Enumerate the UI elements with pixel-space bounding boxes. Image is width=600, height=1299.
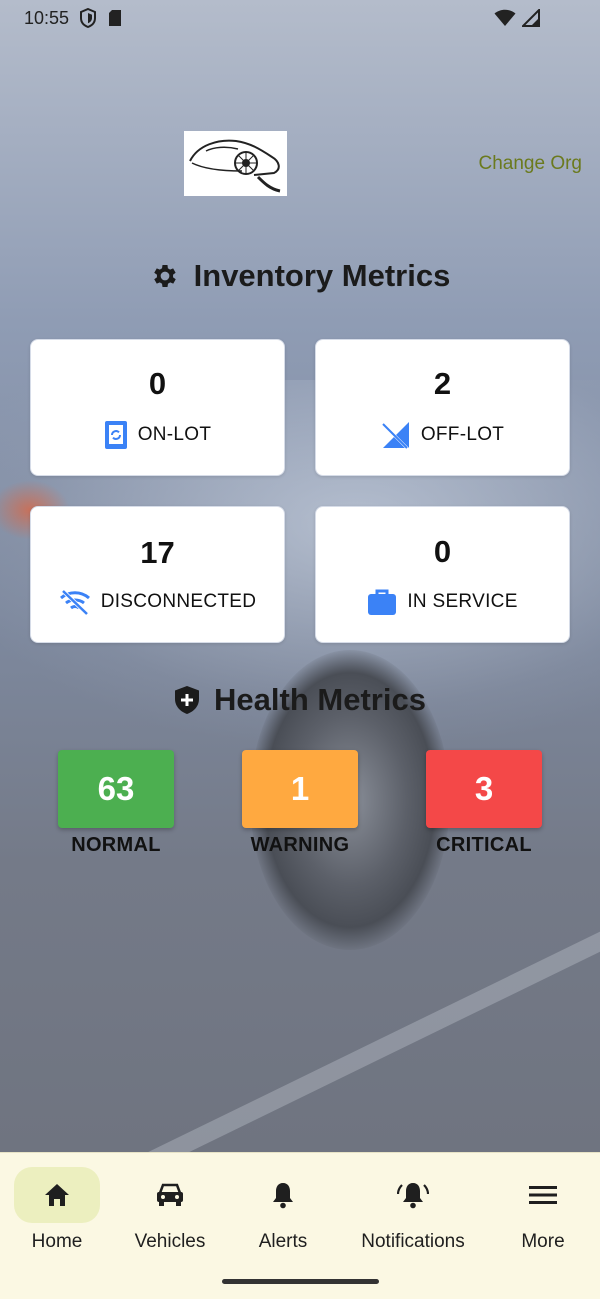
warning-label: WARNING (250, 834, 350, 856)
warning-value-box: 1 (242, 750, 358, 828)
nav-vehicles-label: Vehicles (134, 1231, 206, 1252)
nav-alerts-label: Alerts (258, 1231, 308, 1252)
nav-alerts-pill (240, 1167, 326, 1223)
off-lot-label: OFF-LOT (420, 423, 505, 445)
signal-off-icon (382, 421, 409, 450)
car-logo-icon (189, 139, 281, 193)
nav-home-label: Home (31, 1231, 83, 1252)
wifi-icon (494, 9, 516, 26)
nav-vehicles[interactable]: Vehicles (127, 1167, 213, 1253)
shield-plus-icon (175, 686, 200, 714)
nav-notifications-label: Notifications (361, 1231, 465, 1252)
status-left: 10:55 (24, 8, 123, 29)
phone-sync-icon (104, 420, 127, 449)
health-title-text: Health Metrics (214, 682, 426, 717)
cell-signal-icon (522, 9, 540, 27)
nav-alerts[interactable]: Alerts (240, 1167, 326, 1253)
in-service-card[interactable]: 0 IN SERVICE (315, 506, 570, 643)
nav-notifications-pill (350, 1167, 476, 1223)
normal-value-box: 63 (58, 750, 174, 828)
nav-home[interactable]: Home (14, 1167, 100, 1253)
nav-home-pill (14, 1167, 100, 1223)
normal-label: NORMAL (71, 834, 161, 856)
status-bar: 10:55 (0, 0, 600, 36)
off-lot-label-row: OFF-LOT (381, 420, 504, 450)
nav-vehicles-pill (127, 1167, 213, 1223)
change-org-link[interactable]: Change Org (478, 153, 582, 175)
on-lot-card[interactable]: 0 ON-LOT (30, 339, 285, 476)
bottom-nav: Home Vehicles Alerts Notifications More (0, 1152, 600, 1299)
nav-notifications[interactable]: Notifications (350, 1167, 476, 1253)
briefcase-icon (368, 589, 397, 615)
inventory-metrics-title: Inventory Metrics (0, 258, 600, 294)
disconnected-value: 17 (140, 534, 175, 570)
sd-card-icon (109, 10, 122, 26)
home-icon (45, 1184, 69, 1206)
disconnected-label-row: DISCONNECTED (59, 589, 257, 615)
org-logo (184, 131, 287, 196)
on-lot-label: ON-LOT (137, 423, 212, 445)
road-line (142, 926, 600, 1152)
nav-more-pill (500, 1167, 586, 1223)
inventory-title-text: Inventory Metrics (193, 258, 451, 293)
nav-more[interactable]: More (500, 1167, 586, 1253)
shield-status-icon (80, 8, 97, 28)
on-lot-value: 0 (148, 365, 167, 401)
gear-icon (153, 265, 176, 287)
disconnected-card[interactable]: 17 DISCONNECTED (30, 506, 285, 643)
disconnected-label: DISCONNECTED (100, 590, 257, 612)
health-normal[interactable]: 63 NORMAL (57, 750, 175, 857)
in-service-label: IN SERVICE (407, 590, 518, 612)
bell-ring-icon (397, 1183, 429, 1209)
in-service-value: 0 (433, 533, 452, 569)
car-icon (157, 1183, 183, 1206)
critical-value-box: 3 (426, 750, 542, 828)
health-critical[interactable]: 3 CRITICAL (425, 750, 543, 857)
wifi-off-icon (59, 589, 90, 615)
on-lot-label-row: ON-LOT (104, 420, 212, 450)
health-metrics-title: Health Metrics (0, 682, 600, 718)
off-lot-value: 2 (433, 365, 452, 401)
status-right (494, 9, 540, 27)
in-service-label-row: IN SERVICE (367, 588, 517, 616)
menu-icon (529, 1186, 557, 1204)
nav-more-label: More (521, 1231, 565, 1252)
bell-icon (273, 1183, 293, 1209)
critical-label: CRITICAL (436, 834, 532, 856)
gesture-home-indicator[interactable] (222, 1279, 379, 1284)
status-time: 10:55 (24, 7, 70, 28)
health-warning[interactable]: 1 WARNING (241, 750, 359, 857)
off-lot-card[interactable]: 2 OFF-LOT (315, 339, 570, 476)
